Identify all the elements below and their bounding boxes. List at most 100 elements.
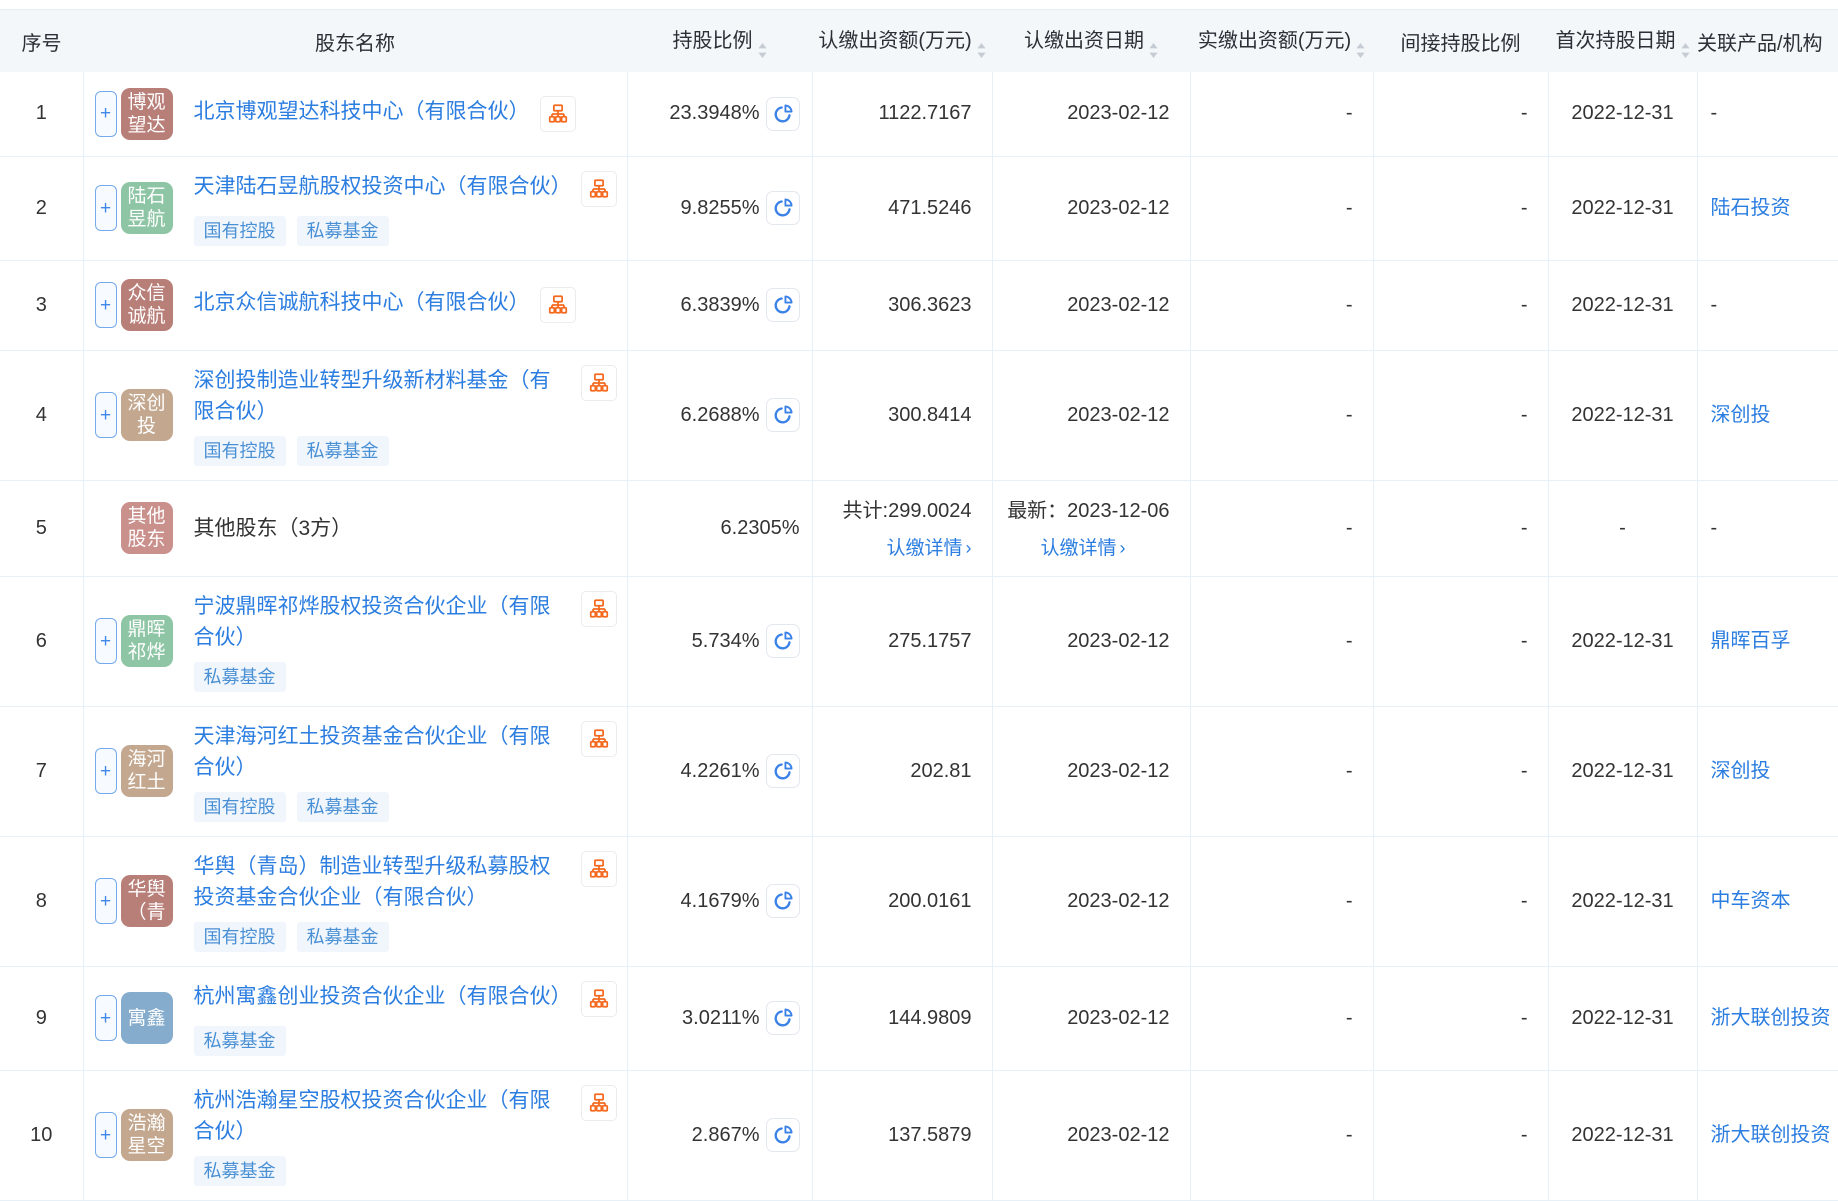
col-header-first-date[interactable]: 首次持股日期 <box>1548 10 1697 73</box>
shareholders-panel: 序号 股东名称 持股比例 认缴出资额(万元) 认缴出资日期 实缴出资额(万元) … <box>0 0 1838 1201</box>
org-chart-icon[interactable] <box>581 721 617 757</box>
ratio-value: 3.0211% <box>682 1007 759 1030</box>
sort-icon[interactable] <box>1149 43 1158 58</box>
pie-chart-icon[interactable] <box>766 754 800 788</box>
pie-chart-icon[interactable] <box>766 1001 800 1035</box>
col-header-subscribed-amount[interactable]: 认缴出资额(万元) <box>812 10 992 73</box>
serial-cell: 10 <box>0 1070 83 1200</box>
avatar: 陆石昱航 <box>121 182 173 234</box>
first-date-cell: 2022-12-31 <box>1548 72 1697 156</box>
shareholder-name-link[interactable]: 北京博观望达科技中心（有限合伙） <box>194 96 530 127</box>
expand-button[interactable]: + <box>95 995 117 1041</box>
org-chart-icon[interactable] <box>581 1085 617 1121</box>
pie-chart-icon[interactable] <box>766 1118 800 1152</box>
avatar: 其他股东 <box>121 502 173 554</box>
avatar-text-line: 股东 <box>127 528 165 551</box>
subscription-detail-link[interactable]: 认缴详情› <box>886 538 971 559</box>
ratio-value: 9.8255% <box>681 197 760 220</box>
related-cell: 深创投 <box>1697 706 1838 836</box>
col-header-ratio[interactable]: 持股比例 <box>627 10 812 73</box>
shareholder-tags: 私募基金 <box>194 1156 617 1186</box>
serial-number: 5 <box>36 517 47 539</box>
pie-chart-icon[interactable] <box>766 191 800 225</box>
indirect-ratio-cell: - <box>1373 706 1548 836</box>
serial-cell: 4 <box>0 350 83 480</box>
serial-cell: 9 <box>0 966 83 1070</box>
first-date-cell: 2022-12-31 <box>1548 836 1697 966</box>
serial-number: 2 <box>36 197 47 219</box>
table-row: 4+深创投深创投制造业转型升级新材料基金（有限合伙）国有控股私募基金6.2688… <box>0 350 1838 480</box>
org-chart-icon[interactable] <box>581 591 617 627</box>
expand-button[interactable]: + <box>95 282 117 328</box>
shareholder-name-link[interactable]: 天津陆石昱航股权投资中心（有限合伙） <box>194 171 571 202</box>
expand-button[interactable]: + <box>95 392 117 438</box>
shareholder-name-link[interactable]: 宁波鼎晖祁烨股权投资合伙企业（有限合伙） <box>194 591 571 653</box>
first-date-cell: 2022-12-31 <box>1548 966 1697 1070</box>
org-chart-icon[interactable] <box>540 287 576 323</box>
related-product-link[interactable]: 深创投 <box>1711 401 1771 430</box>
org-chart-icon[interactable] <box>581 851 617 887</box>
subscription-detail-link[interactable]: 认缴详情› <box>1040 538 1125 559</box>
serial-cell: 1 <box>0 72 83 156</box>
expand-button[interactable]: + <box>95 1112 117 1158</box>
indirect-ratio-value: - <box>1521 890 1528 912</box>
expand-button[interactable]: + <box>95 185 117 231</box>
avatar-text-line: 望达 <box>127 114 165 137</box>
col-label: 序号 <box>22 33 62 55</box>
subscribed-date-cell: 2023-02-12 <box>992 836 1190 966</box>
related-product-link[interactable]: 鼎晖百孚 <box>1711 627 1791 656</box>
org-chart-icon[interactable] <box>581 981 617 1017</box>
related-cell: 深创投 <box>1697 350 1838 480</box>
pie-chart-icon[interactable] <box>766 97 800 131</box>
shareholder-name-link[interactable]: 北京众信诚航科技中心（有限合伙） <box>194 287 530 318</box>
subscribed-amount-cell: 共计:299.0024认缴详情› <box>812 480 992 576</box>
col-header-paid-amount[interactable]: 实缴出资额(万元) <box>1190 10 1373 73</box>
org-chart-icon[interactable] <box>581 171 617 207</box>
serial-cell: 2 <box>0 156 83 260</box>
serial-cell: 8 <box>0 836 83 966</box>
pie-chart-icon[interactable] <box>766 398 800 432</box>
shareholder-name-link[interactable]: 深创投制造业转型升级新材料基金（有限合伙） <box>194 365 571 427</box>
avatar-text-line: 星空 <box>127 1135 165 1158</box>
related-product-link[interactable]: 陆石投资 <box>1711 194 1791 223</box>
subscribed-date-cell: 2023-02-12 <box>992 72 1190 156</box>
first-date-cell: 2022-12-31 <box>1548 706 1697 836</box>
ratio-cell: 9.8255% <box>627 156 812 260</box>
ratio-value: 4.2261% <box>681 760 760 783</box>
paid-amount-value: - <box>1346 404 1353 426</box>
org-chart-icon[interactable] <box>540 96 576 132</box>
pie-chart-icon[interactable] <box>766 884 800 918</box>
sort-icon[interactable] <box>1356 43 1365 58</box>
col-header-subscribed-date[interactable]: 认缴出资日期 <box>992 10 1190 73</box>
expand-button[interactable]: + <box>95 748 117 794</box>
shareholder-name-link[interactable]: 华舆（青岛）制造业转型升级私募股权投资基金合伙企业（有限合伙） <box>194 851 571 913</box>
sort-icon[interactable] <box>758 43 767 58</box>
indirect-ratio-value: - <box>1521 517 1528 539</box>
related-product-link[interactable]: 深创投 <box>1711 757 1771 786</box>
shareholder-name-link[interactable]: 杭州寓鑫创业投资合伙企业（有限合伙） <box>194 981 571 1012</box>
col-label: 关联产品/机构 <box>1697 33 1823 55</box>
related-product-link[interactable]: 浙大联创投资 <box>1711 1004 1831 1033</box>
paid-amount-value: - <box>1346 517 1353 539</box>
serial-number: 10 <box>30 1124 52 1146</box>
paid-amount-value: - <box>1346 760 1353 782</box>
shareholder-name-link[interactable]: 杭州浩瀚星空股权投资合伙企业（有限合伙） <box>194 1085 571 1147</box>
avatar: 博观望达 <box>121 88 173 140</box>
sort-icon[interactable] <box>977 43 986 58</box>
first-date-value: 2022-12-31 <box>1571 404 1673 426</box>
related-product-link[interactable]: 中车资本 <box>1711 887 1791 916</box>
subscribed-amount-value: 306.3623 <box>813 291 972 320</box>
org-chart-icon[interactable] <box>581 365 617 401</box>
related-product-link[interactable]: 浙大联创投资 <box>1711 1121 1831 1150</box>
chevron-right-icon: › <box>1120 538 1126 559</box>
expand-button[interactable]: + <box>95 878 117 924</box>
shareholder-tag: 国有控股 <box>194 792 286 822</box>
pie-chart-icon[interactable] <box>766 288 800 322</box>
sort-icon[interactable] <box>1681 43 1690 58</box>
shareholder-name-link[interactable]: 天津海河红土投资基金合伙企业（有限合伙） <box>194 721 571 783</box>
pie-chart-icon[interactable] <box>766 624 800 658</box>
avatar-text-line: 昱航 <box>127 208 165 231</box>
indirect-ratio-cell: - <box>1373 156 1548 260</box>
expand-button[interactable]: + <box>95 618 117 664</box>
expand-button[interactable]: + <box>95 91 117 137</box>
